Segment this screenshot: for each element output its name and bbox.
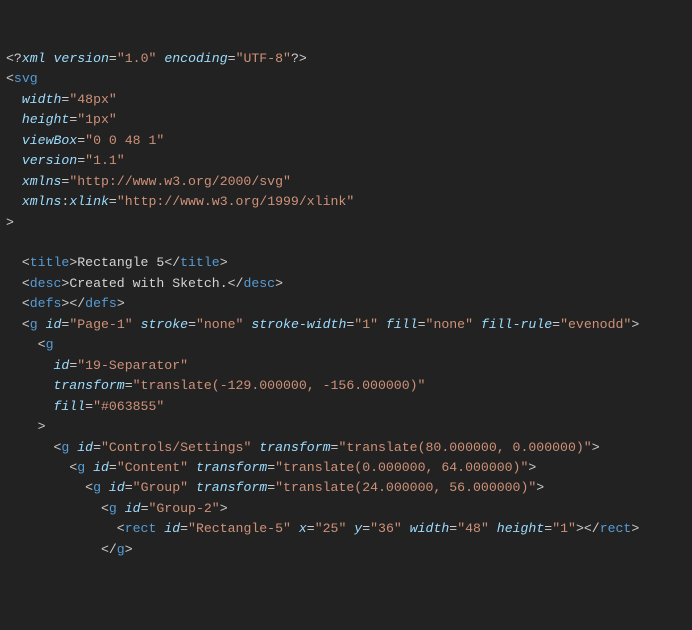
code-block: <?xml version="1.0" encoding="UTF-8"?> <… [6,49,686,560]
